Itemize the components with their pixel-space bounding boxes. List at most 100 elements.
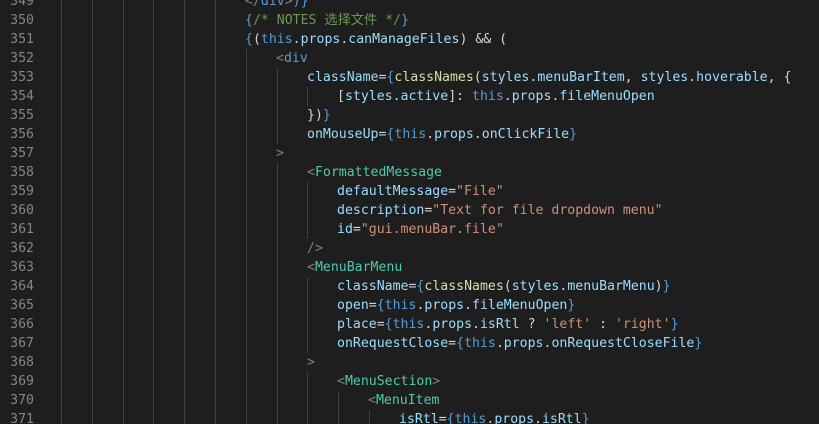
code-token: && ( <box>467 32 508 47</box>
indent-guide <box>92 258 93 277</box>
indent-guide <box>92 125 93 144</box>
indent-guide <box>215 201 216 220</box>
indent-guide <box>61 163 62 182</box>
code-line[interactable]: 359 defaultMessage="File" <box>0 182 819 201</box>
code-token: onRequestClose <box>337 336 449 351</box>
code-text: id="gui.menuBar.file" <box>337 220 504 239</box>
indent-guide <box>153 334 154 353</box>
indent-guide <box>277 296 278 315</box>
indent-guide <box>277 277 278 296</box>
indent-guide <box>246 258 247 277</box>
code-line[interactable]: 351 {(this.props.canManageFiles) && ( <box>0 30 819 49</box>
indent-guide <box>123 220 124 239</box>
indent-guide <box>246 315 247 334</box>
code-line[interactable]: 367 onRequestClose={this.props.onRequestC… <box>0 334 819 353</box>
indent-guide <box>215 220 216 239</box>
code-token: . <box>473 127 482 142</box>
code-line[interactable]: 369 <MenuSection> <box>0 372 819 391</box>
indent-guide <box>215 182 216 201</box>
code-token: = <box>368 298 377 313</box>
code-token: = <box>376 317 385 332</box>
indent-guide <box>277 391 278 410</box>
indent-guide <box>215 163 216 182</box>
code-token: className <box>337 279 409 294</box>
code-line[interactable]: 362 /> <box>0 239 819 258</box>
code-line[interactable]: 366 place={this.props.isRtl ? 'left' : 'r… <box>0 315 819 334</box>
code-token: fileMenuOpen <box>559 89 655 104</box>
code-line[interactable]: 356 onMouseUp={this.props.onClickFile} <box>0 125 819 144</box>
code-line[interactable]: 354 [styles.active]: this.props.fileMenuO… <box>0 87 819 106</box>
indent-guide <box>215 30 216 49</box>
code-token: ( <box>503 279 512 294</box>
indent-guide <box>92 391 93 410</box>
code-line[interactable]: 358 <FormattedMessage <box>0 163 819 182</box>
indent-guide <box>277 258 278 277</box>
code-line[interactable]: 364 className={classNames(styles.menuBarM… <box>0 277 819 296</box>
indent-guide <box>184 30 185 49</box>
code-token: place <box>337 317 377 332</box>
code-line[interactable]: 365 open={this.props.fileMenuOpen} <box>0 296 819 315</box>
code-line[interactable]: 350 {/* NOTES 选择文件 */} <box>0 11 819 30</box>
indent-guide <box>61 258 62 277</box>
code-token: { <box>384 317 393 332</box>
indent-guide <box>307 391 308 410</box>
code-line[interactable]: 363 <MenuBarMenu <box>0 258 819 277</box>
indent-guide <box>123 258 124 277</box>
code-token: this <box>392 317 425 332</box>
indent-guide <box>184 106 185 125</box>
indent-guide <box>92 68 93 87</box>
code-line[interactable]: 352 <div <box>0 49 819 68</box>
indent-guide <box>61 315 62 334</box>
code-line[interactable]: 371 isRtl={this.props.isRtl} <box>0 410 819 424</box>
indent-guide <box>153 163 154 182</box>
indent-guide <box>246 372 247 391</box>
code-text: > <box>276 144 284 163</box>
code-line[interactable]: 349 </div>)} <box>0 0 819 11</box>
indent-guide <box>123 11 124 30</box>
indent-guide <box>184 11 185 30</box>
code-token: this <box>472 89 504 104</box>
indent-guide <box>61 11 62 30</box>
code-text: <MenuSection> <box>337 372 440 391</box>
indent-guide <box>184 334 185 353</box>
code-line[interactable]: 357 > <box>0 144 819 163</box>
indent-guide <box>246 87 247 106</box>
indent-guide <box>277 410 278 424</box>
indent-guide <box>123 315 124 334</box>
indent-guide <box>277 68 278 87</box>
code-token: } <box>581 412 590 424</box>
code-line[interactable]: 355})} <box>0 106 819 125</box>
code-line[interactable]: 360 description="Text for file dropdown m… <box>0 201 819 220</box>
indent-guide <box>307 372 308 391</box>
code-token: > <box>432 374 441 389</box>
code-token: hoverable <box>696 70 768 85</box>
indent-guide <box>338 391 339 410</box>
code-token: styles <box>511 279 560 294</box>
indent-guide <box>61 372 62 391</box>
code-editor[interactable]: 349 </div>)} 350 {/* NOTES 选择文件 */} 351 {(thi… <box>0 0 819 424</box>
indent-guide <box>215 353 216 372</box>
code-token: this <box>260 32 293 47</box>
code-line[interactable]: 361 id="gui.menuBar.file" <box>0 220 819 239</box>
indent-guide <box>123 239 124 258</box>
indent-guide <box>61 201 62 220</box>
indent-guide <box>215 334 216 353</box>
code-line[interactable]: 353 className={classNames(styles.menuBarI… <box>0 68 819 87</box>
indent-guide <box>184 391 185 410</box>
line-number: 363 <box>10 260 34 275</box>
indent-guide <box>184 49 185 68</box>
indent-guide <box>61 239 62 258</box>
indent-guide <box>153 220 154 239</box>
code-token: FormattedMessage <box>314 165 442 180</box>
code-token: div <box>283 51 308 66</box>
code-line[interactable]: 368 > <box>0 353 819 372</box>
line-number: 362 <box>10 241 34 256</box>
indent-guide <box>184 220 185 239</box>
indent-guide <box>184 315 185 334</box>
indent-guide <box>61 49 62 68</box>
code-text: isRtl={this.props.isRtl} <box>399 410 590 424</box>
indent-guide <box>123 391 124 410</box>
code-line[interactable]: 370 <MenuItem <box>0 391 819 410</box>
code-token: > <box>284 0 293 9</box>
code-token: < <box>307 165 315 180</box>
